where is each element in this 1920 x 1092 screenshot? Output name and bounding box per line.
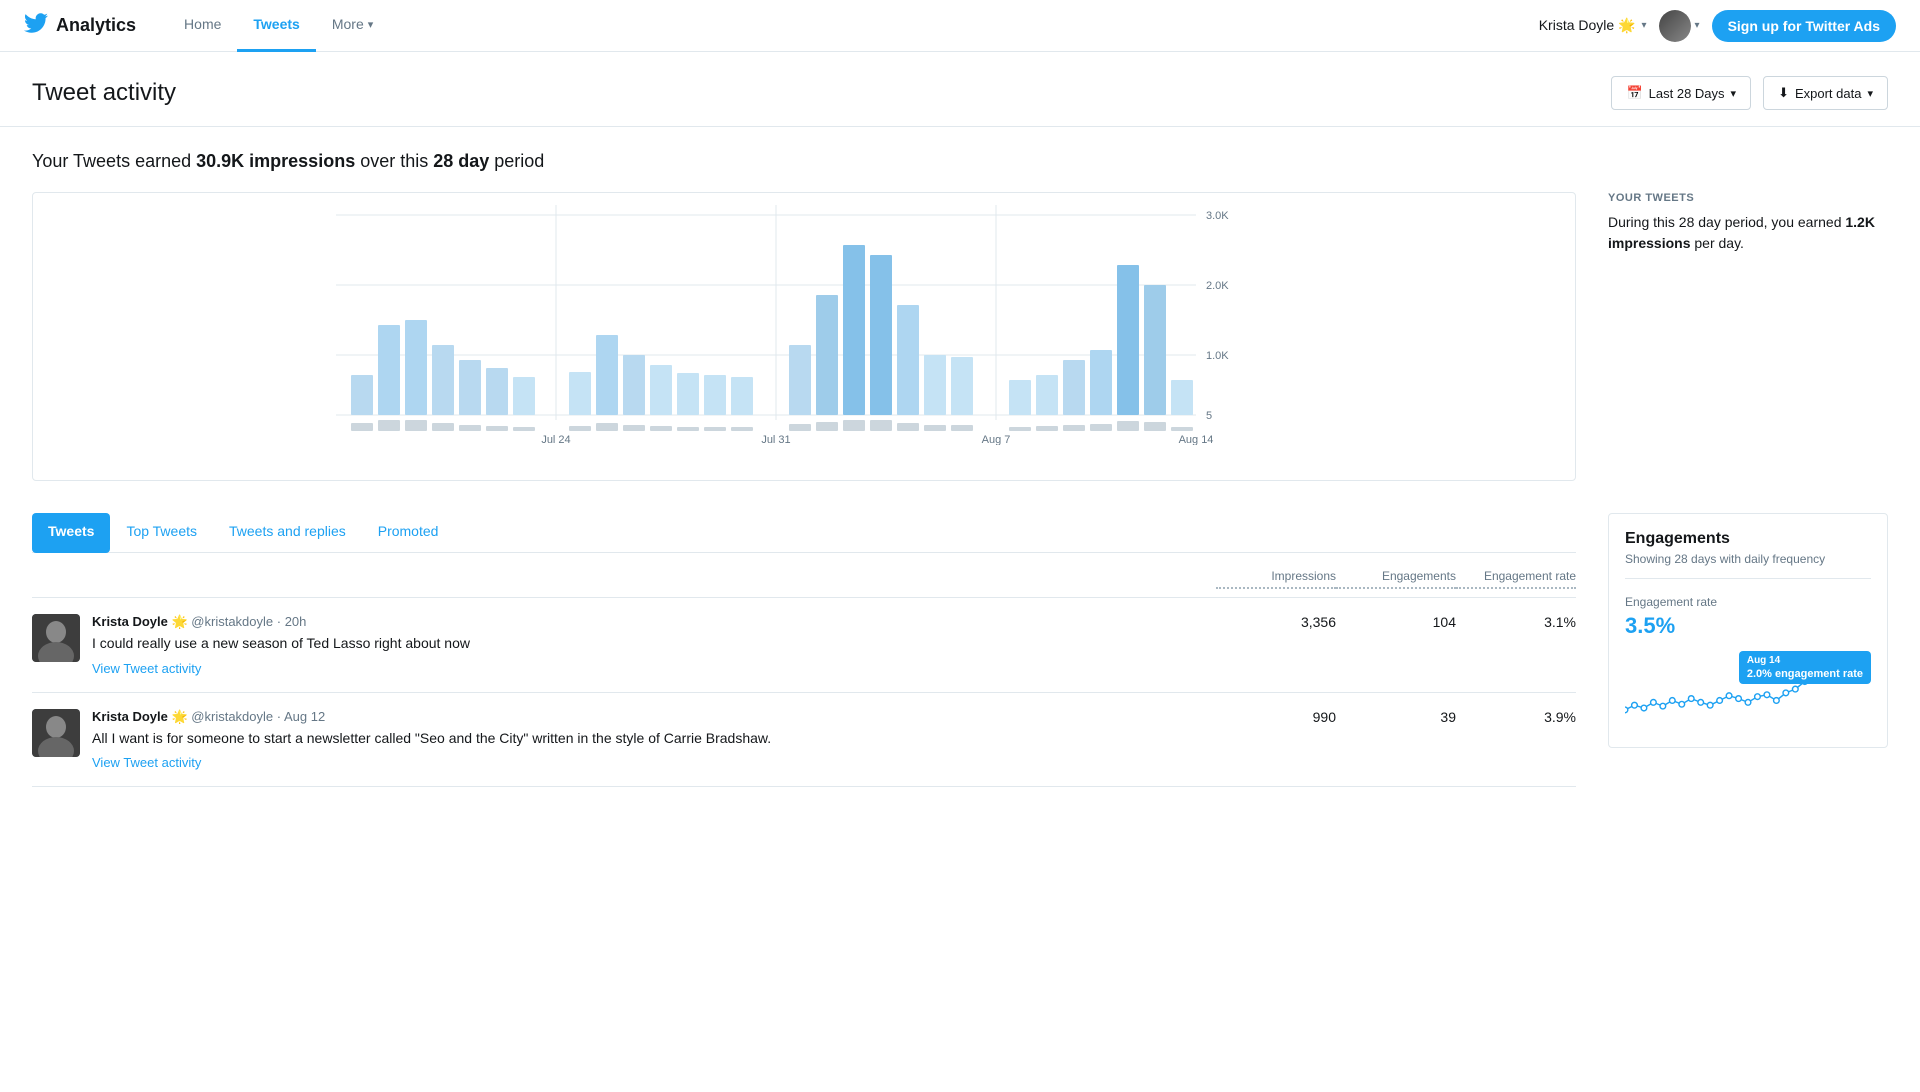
export-data-button[interactable]: ⬇ Export data ▾ [1763, 76, 1888, 110]
your-tweets-text: During this 28 day period, you earned 1.… [1608, 212, 1888, 254]
engagement-tooltip: Aug 14 2.0% engagement rate [1739, 651, 1871, 684]
tweet-author-1: Krista Doyle 🌟 @kristakdoyle · 20h [92, 614, 1204, 630]
engagements-subtitle: Showing 28 days with daily frequency [1625, 552, 1871, 566]
tweet-engagement-rate-1: 3.1% [1456, 614, 1576, 630]
svg-text:Jul 24: Jul 24 [541, 434, 570, 445]
user-chevron-icon: ▾ [1642, 20, 1647, 31]
engagement-rate-value: 3.5% [1625, 613, 1871, 639]
tweet-text-2: All I want is for someone to start a new… [92, 729, 1204, 749]
brand-name: Analytics [56, 15, 136, 36]
bar-chart: 3.0K 2.0K 1.0K 5 [45, 205, 1527, 445]
your-tweets-box: YOUR TWEETS During this 28 day period, y… [1608, 192, 1888, 254]
svg-text:3.0K: 3.0K [1206, 210, 1229, 222]
avatar[interactable] [1659, 10, 1691, 42]
chart-sidebar: YOUR TWEETS During this 28 day period, y… [1608, 192, 1888, 481]
tweet-engagements-2: 39 [1336, 709, 1456, 725]
content-section: Tweets Top Tweets Tweets and replies Pro… [32, 513, 1888, 787]
svg-text:5: 5 [1206, 410, 1212, 422]
tweet-impressions-1: 3,356 [1216, 614, 1336, 630]
header-actions: 📅 Last 28 Days ▾ ⬇ Export data ▾ [1611, 76, 1888, 110]
signup-button[interactable]: Sign up for Twitter Ads [1712, 10, 1896, 42]
impressions-summary: Your Tweets earned 30.9K impressions ove… [32, 151, 1888, 172]
svg-text:1.0K: 1.0K [1206, 350, 1229, 362]
tweet-row: Krista Doyle 🌟 @kristakdoyle · 20h I cou… [32, 598, 1576, 693]
tweet-metrics-1: 3,356 104 3.1% [1216, 614, 1576, 630]
navbar: Analytics Home Tweets More ▾ Krista Doyl… [0, 0, 1920, 52]
view-tweet-activity-2[interactable]: View Tweet activity [92, 755, 201, 770]
svg-text:Aug 7: Aug 7 [982, 434, 1011, 445]
your-tweets-title: YOUR TWEETS [1608, 192, 1888, 204]
tab-tweets[interactable]: Tweets [32, 513, 110, 553]
user-menu[interactable]: Krista Doyle 🌟 ▾ [1539, 17, 1647, 34]
nav-right: Krista Doyle 🌟 ▾ ▾ Sign up for Twitter A… [1539, 10, 1896, 42]
page-title: Tweet activity [32, 79, 176, 107]
nav-links: Home Tweets More ▾ [168, 0, 389, 51]
tweet-engagement-rate-2: 3.9% [1456, 709, 1576, 725]
engagements-title: Engagements [1625, 530, 1871, 548]
impressions-header: Impressions [1216, 569, 1336, 589]
engagement-chart: Aug 14 2.0% engagement rate [1625, 651, 1871, 731]
export-chevron-icon: ▾ [1867, 87, 1873, 100]
main-content: Your Tweets earned 30.9K impressions ove… [0, 127, 1920, 811]
tweet-content-2: Krista Doyle 🌟 @kristakdoyle · Aug 12 Al… [92, 709, 1204, 771]
view-tweet-activity-1[interactable]: View Tweet activity [92, 661, 201, 676]
svg-text:Aug 14: Aug 14 [1179, 434, 1214, 445]
twitter-bird-icon [24, 11, 48, 41]
chart-section: 3.0K 2.0K 1.0K 5 [32, 192, 1888, 481]
tweet-row: Krista Doyle 🌟 @kristakdoyle · Aug 12 Al… [32, 693, 1576, 788]
date-chevron-icon: ▾ [1731, 87, 1737, 100]
tweet-content-1: Krista Doyle 🌟 @kristakdoyle · 20h I cou… [92, 614, 1204, 676]
tweet-column-header [32, 569, 1216, 589]
tabs-bar: Tweets Top Tweets Tweets and replies Pro… [32, 513, 1576, 553]
chart-container: 3.0K 2.0K 1.0K 5 [32, 192, 1576, 481]
tweet-metrics-2: 990 39 3.9% [1216, 709, 1576, 725]
avatar-chevron-icon: ▾ [1695, 20, 1700, 31]
nav-tweets[interactable]: Tweets [237, 0, 315, 52]
tweets-panel: Tweets Top Tweets Tweets and replies Pro… [32, 513, 1576, 787]
tweet-author-2: Krista Doyle 🌟 @kristakdoyle · Aug 12 [92, 709, 1204, 725]
tab-top-tweets[interactable]: Top Tweets [110, 513, 213, 552]
user-name: Krista Doyle 🌟 [1539, 17, 1636, 34]
download-icon: ⬇ [1778, 85, 1789, 101]
engagements-box: Engagements Showing 28 days with daily f… [1608, 513, 1888, 748]
tweet-impressions-2: 990 [1216, 709, 1336, 725]
brand: Analytics [24, 11, 136, 41]
engagement-rate-label: Engagement rate [1625, 595, 1871, 609]
nav-more[interactable]: More ▾ [316, 0, 389, 52]
tweet-text-1: I could really use a new season of Ted L… [92, 634, 1204, 654]
tweet-avatar-2 [32, 709, 80, 757]
engagement-rate-header: Engagement rate [1456, 569, 1576, 589]
page-header: Tweet activity 📅 Last 28 Days ▾ ⬇ Export… [0, 52, 1920, 127]
tab-promoted[interactable]: Promoted [362, 513, 455, 552]
svg-text:2.0K: 2.0K [1206, 280, 1229, 292]
engagements-header: Engagements [1336, 569, 1456, 589]
calendar-icon: 📅 [1626, 85, 1642, 101]
svg-text:Jul 31: Jul 31 [761, 434, 790, 445]
more-chevron-icon: ▾ [368, 18, 374, 31]
tweet-engagements-1: 104 [1336, 614, 1456, 630]
date-range-button[interactable]: 📅 Last 28 Days ▾ [1611, 76, 1751, 110]
tweet-avatar-1 [32, 614, 80, 662]
analytics-sidebar: Engagements Showing 28 days with daily f… [1608, 513, 1888, 787]
nav-home[interactable]: Home [168, 0, 237, 52]
table-header: Impressions Engagements Engagement rate [32, 569, 1576, 598]
tab-tweets-replies[interactable]: Tweets and replies [213, 513, 362, 552]
